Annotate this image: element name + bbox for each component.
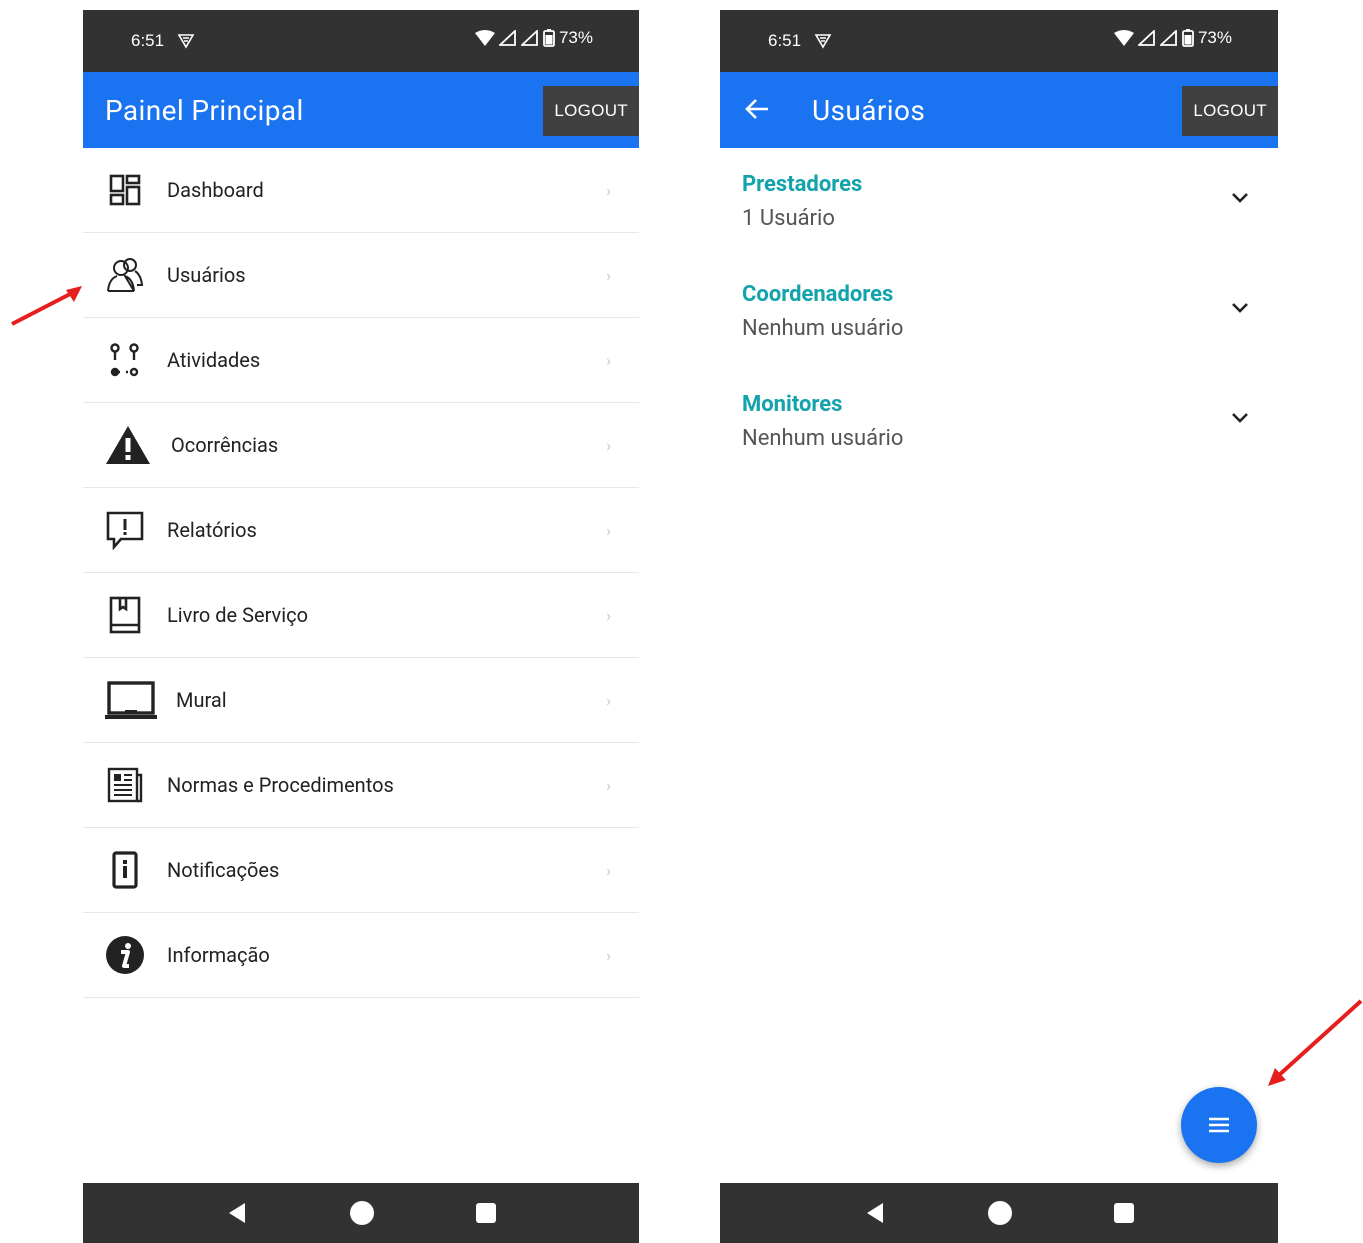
signal-icon <box>498 30 516 46</box>
menu-item-informacao[interactable]: Informação › <box>83 913 639 998</box>
menu-item-label: Relatórios <box>167 518 257 542</box>
back-arrow-icon[interactable] <box>744 96 770 126</box>
system-nav-bar <box>83 1183 639 1243</box>
group-title: Coordenadores <box>742 282 894 307</box>
page-title: Usuários <box>812 94 926 127</box>
back-nav-icon[interactable] <box>863 1201 887 1225</box>
back-nav-icon[interactable] <box>225 1201 249 1225</box>
menu-item-relatorios[interactable]: Relatórios › <box>83 488 639 573</box>
chevron-right-icon: › <box>606 860 611 880</box>
annotation-arrow-icon <box>11 286 82 326</box>
chevron-down-icon[interactable] <box>1230 190 1250 209</box>
wifi-icon <box>474 30 495 46</box>
menu-item-livro-de-servico[interactable]: Livro de Serviço › <box>83 573 639 658</box>
menu-item-mural[interactable]: Mural › <box>83 658 639 743</box>
group-count: Nenhum usuário <box>742 426 904 451</box>
chevron-right-icon: › <box>606 435 611 455</box>
menu-item-label: Dashboard <box>167 178 264 202</box>
menu-item-label: Atividades <box>167 348 261 372</box>
home-nav-icon[interactable] <box>349 1200 375 1226</box>
recents-nav-icon[interactable] <box>475 1202 497 1224</box>
menu-item-label: Usuários <box>167 263 246 287</box>
battery-level: 73% <box>558 28 593 47</box>
dashboard-icon <box>105 170 145 210</box>
main-menu: Dashboard › Usuários › Atividades › Ocor… <box>83 148 639 998</box>
group-count: Nenhum usuário <box>742 316 904 341</box>
menu-item-ocorrencias[interactable]: Ocorrências › <box>83 403 639 488</box>
menu-item-label: Ocorrências <box>171 433 279 457</box>
chevron-right-icon: › <box>606 775 611 795</box>
signal-icon <box>520 30 538 46</box>
annotation-arrow-icon <box>1268 999 1363 1086</box>
group-monitores[interactable]: Monitores Nenhum usuário <box>720 368 1278 478</box>
notification-icon <box>105 850 145 890</box>
menu-item-label: Mural <box>176 688 227 712</box>
group-prestadores[interactable]: Prestadores 1 Usuário <box>720 148 1278 258</box>
chevron-right-icon: › <box>606 690 611 710</box>
menu-item-usuarios[interactable]: Usuários › <box>83 233 639 318</box>
logout-button[interactable]: LOGOUT <box>543 86 639 136</box>
users-icon <box>105 255 145 295</box>
group-title: Monitores <box>742 392 843 417</box>
info-icon <box>105 935 145 975</box>
group-title: Prestadores <box>742 172 863 197</box>
battery-icon <box>1182 29 1194 47</box>
recents-nav-icon[interactable] <box>1113 1202 1135 1224</box>
chevron-right-icon: › <box>606 520 611 540</box>
chevron-right-icon: › <box>606 945 611 965</box>
system-nav-bar <box>720 1183 1278 1243</box>
phone-screen-users: 6:51 73% Usuários LOGOUT Prestadores 1 U… <box>720 10 1278 1243</box>
app-bar: Painel Principal LOGOUT <box>83 72 639 148</box>
menu-item-dashboard[interactable]: Dashboard › <box>83 148 639 233</box>
app-bar: Usuários LOGOUT <box>720 72 1278 148</box>
warning-icon <box>105 425 151 465</box>
chevron-right-icon: › <box>606 350 611 370</box>
menu-icon <box>1209 1117 1229 1133</box>
menu-item-atividades[interactable]: Atividades › <box>83 318 639 403</box>
vpn-icon <box>177 32 195 54</box>
menu-item-notificacoes[interactable]: Notificações › <box>83 828 639 913</box>
menu-item-label: Notificações <box>167 858 280 882</box>
status-time: 6:51 <box>768 31 802 50</box>
chevron-right-icon: › <box>606 265 611 285</box>
menu-item-label: Livro de Serviço <box>167 603 308 627</box>
status-right: 73% <box>474 28 593 48</box>
chevron-right-icon: › <box>606 605 611 625</box>
status-bar: 6:51 73% <box>83 10 639 72</box>
signal-icon <box>1159 30 1177 46</box>
menu-item-label: Informação <box>167 943 270 967</box>
status-right: 73% <box>1113 28 1232 48</box>
menu-item-label: Normas e Procedimentos <box>167 773 394 797</box>
chevron-right-icon: › <box>606 180 611 200</box>
page-title: Painel Principal <box>105 94 304 127</box>
phone-screen-main-panel: 6:51 73% Painel Principal LOGOUT Dashboa… <box>83 10 639 1243</box>
status-time: 6:51 <box>131 31 165 50</box>
home-nav-icon[interactable] <box>987 1200 1013 1226</box>
status-bar: 6:51 73% <box>720 10 1278 72</box>
battery-icon <box>543 29 555 47</box>
battery-level: 73% <box>1197 28 1232 47</box>
report-icon <box>105 510 145 550</box>
user-groups-list: Prestadores 1 Usuário Coordenadores Nenh… <box>720 148 1278 478</box>
laptop-icon <box>105 680 157 720</box>
chevron-down-icon[interactable] <box>1230 300 1250 319</box>
fab-menu-button[interactable] <box>1181 1087 1257 1163</box>
group-coordenadores[interactable]: Coordenadores Nenhum usuário <box>720 258 1278 368</box>
document-icon <box>105 765 145 805</box>
route-icon <box>105 340 145 380</box>
vpn-icon <box>814 32 832 54</box>
book-icon <box>105 595 145 635</box>
logout-button[interactable]: LOGOUT <box>1182 86 1278 136</box>
menu-item-normas-e-procedimentos[interactable]: Normas e Procedimentos › <box>83 743 639 828</box>
group-count: 1 Usuário <box>742 206 835 231</box>
signal-icon <box>1137 30 1155 46</box>
chevron-down-icon[interactable] <box>1230 410 1250 429</box>
wifi-icon <box>1113 30 1134 46</box>
